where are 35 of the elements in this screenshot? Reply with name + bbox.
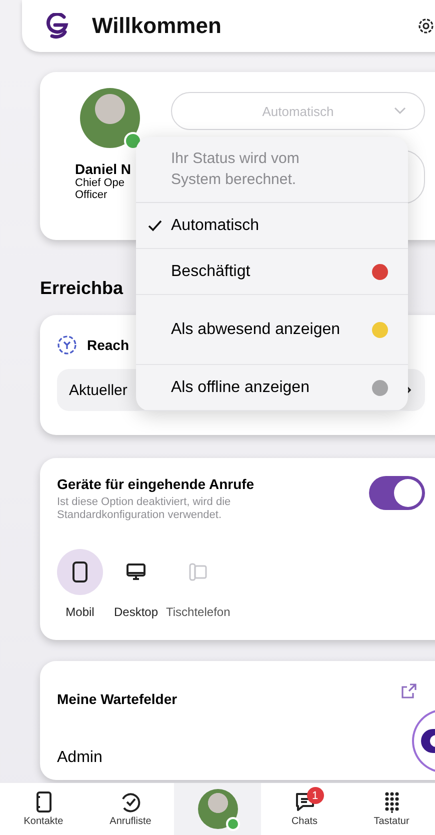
- settings-icon[interactable]: [417, 17, 435, 35]
- status-color-dot: [372, 264, 388, 280]
- device-option[interactable]: Desktop: [110, 549, 162, 619]
- status-option[interactable]: Automatisch: [136, 203, 408, 249]
- desk-phone-icon: [188, 562, 208, 582]
- devices-title: Geräte für eingehende Anrufe: [57, 476, 256, 492]
- status-info-text: Ihr Status wird vom System berechnet.: [136, 137, 408, 203]
- phone-icon: [72, 561, 88, 583]
- monitor-icon: [126, 563, 146, 581]
- open-external-icon[interactable]: [401, 683, 417, 699]
- user-role: Officer: [75, 189, 108, 201]
- user-role: Chief Ope: [75, 177, 125, 189]
- status-color-dot: [372, 380, 388, 396]
- devices-toggle[interactable]: [369, 476, 425, 510]
- keypad-icon: [384, 791, 400, 813]
- user-name: Daniel N: [75, 161, 132, 177]
- history-check-icon: [120, 791, 142, 813]
- devices-description: Ist diese Option deaktiviert, wird die Standardkonfiguration verwendet.: [57, 496, 232, 522]
- reach-title: Reach: [87, 337, 130, 353]
- contacts-book-icon: [36, 791, 52, 813]
- logo-icon: [46, 13, 70, 39]
- status-color-dot: [372, 322, 388, 338]
- page-title: Willkommen: [92, 13, 222, 39]
- queue-item: Admin: [57, 749, 102, 767]
- unread-badge: 1: [306, 787, 324, 804]
- queues-title: Meine Wartefelder: [57, 691, 178, 707]
- section-title: Erreichba: [40, 278, 124, 299]
- network-circle-icon: [57, 335, 77, 355]
- status-option[interactable]: Als abwesend anzeigen: [136, 295, 408, 365]
- avatar-photo-placeholder: [198, 789, 238, 829]
- tab-item[interactable]: [174, 783, 261, 835]
- checkmark-icon: [148, 220, 162, 232]
- status-option[interactable]: Als offline anzeigen: [136, 365, 408, 411]
- status-option[interactable]: Beschäftigt: [136, 249, 408, 295]
- chevron-down-icon: [394, 107, 406, 115]
